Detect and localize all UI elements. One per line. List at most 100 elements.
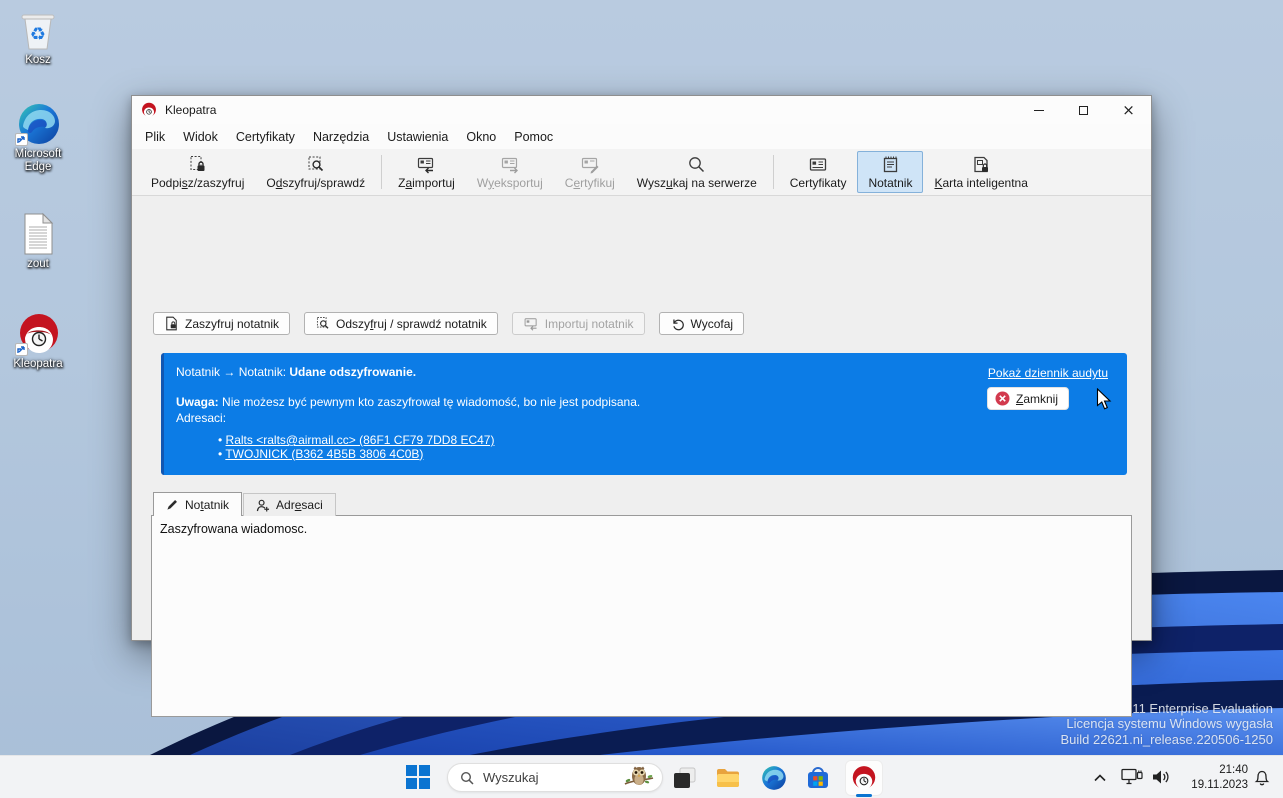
mouse-cursor bbox=[1096, 388, 1115, 411]
minimize-icon bbox=[1034, 110, 1044, 111]
shortcut-arrow-icon bbox=[15, 343, 28, 356]
desktop-icon-label: Kleopatra bbox=[6, 358, 70, 371]
task-view-icon bbox=[672, 766, 697, 791]
tray-chevron-button[interactable] bbox=[1093, 770, 1107, 788]
network-tray-button[interactable] bbox=[1121, 768, 1143, 791]
kleopatra-app-icon bbox=[141, 102, 157, 118]
decrypt-verify-notepad-button[interactable]: Odszyfruj / sprawdź notatnik bbox=[304, 312, 498, 335]
decrypt-verify-icon bbox=[306, 155, 325, 174]
revert-button[interactable]: Wycofaj bbox=[659, 312, 745, 335]
button-label: Odszyfruj / sprawdź notatnik bbox=[336, 317, 487, 331]
task-view-button[interactable] bbox=[670, 764, 698, 792]
desktop-icon-label: zout bbox=[6, 258, 70, 271]
toolbar-import[interactable]: Zaimportuj bbox=[387, 151, 466, 193]
button-label: Zamknij bbox=[1016, 392, 1058, 406]
windows-logo-icon bbox=[406, 765, 430, 789]
sign-encrypt-icon bbox=[188, 155, 207, 174]
import-note-icon bbox=[523, 316, 539, 331]
menu-ustawienia[interactable]: Ustawienia bbox=[378, 127, 457, 147]
toolbar-export[interactable]: Wyeksportuj bbox=[466, 151, 554, 193]
menu-okno[interactable]: Okno bbox=[457, 127, 505, 147]
toolbar-lookup-server[interactable]: Wyszukaj na serwerze bbox=[626, 151, 768, 193]
button-label: Wycofaj bbox=[691, 317, 734, 331]
clock-date: 19.11.2023 bbox=[1178, 778, 1248, 793]
shortcut-arrow-icon bbox=[15, 133, 28, 146]
tab-notatnik[interactable]: Notatnik bbox=[153, 492, 242, 516]
clock-time: 21:40 bbox=[1178, 763, 1248, 778]
start-button[interactable] bbox=[406, 765, 430, 789]
toolbar-label: Wyeksportuj bbox=[477, 176, 543, 190]
toolbar-separator bbox=[381, 155, 382, 189]
toolbar-sign-encrypt[interactable]: Podpisz/zaszyfruj bbox=[140, 151, 255, 193]
audit-log-link[interactable]: Pokaż dziennik audytu bbox=[988, 366, 1108, 380]
toolbar-certify[interactable]: Certyfikuj bbox=[554, 151, 626, 193]
recipient-link[interactable]: Ralts <ralts@airmail.cc> (86F1 CF79 7DD8… bbox=[226, 433, 495, 447]
notifications-button[interactable] bbox=[1253, 768, 1271, 792]
search-icon bbox=[460, 771, 474, 785]
toolbar-label: Podpisz/zaszyfruj bbox=[151, 176, 244, 190]
search-highlight-owl-icon bbox=[624, 765, 654, 791]
menu-certyfikaty[interactable]: Certyfikaty bbox=[227, 127, 304, 147]
maximize-button[interactable] bbox=[1061, 96, 1106, 124]
desktop-icon-zout[interactable]: zout bbox=[6, 212, 70, 271]
taskbar-clock[interactable]: 21:40 19.11.2023 bbox=[1178, 763, 1248, 792]
folder-icon bbox=[715, 765, 741, 791]
export-certificate-icon bbox=[500, 155, 520, 174]
toolbar-decrypt-verify[interactable]: Odszyfruj/sprawdź bbox=[255, 151, 376, 193]
svg-text:♻: ♻ bbox=[30, 24, 46, 45]
kleopatra-taskbar-button[interactable] bbox=[845, 760, 883, 796]
notepad-editor[interactable]: Zaszyfrowana wiadomosc. bbox=[151, 515, 1132, 717]
toolbar: Podpisz/zaszyfruj Odszyfruj/sprawdź Zaim… bbox=[132, 149, 1151, 196]
toolbar-label: Karta inteligentna bbox=[934, 176, 1027, 190]
tab-label: Notatnik bbox=[185, 498, 229, 512]
result-warning: Uwaga: Nie możesz być pewnym kto zaszyfr… bbox=[176, 395, 1109, 409]
desktop-icon-edge[interactable]: Microsoft Edge bbox=[6, 102, 70, 174]
toolbar-label: Wyszukaj na serwerze bbox=[637, 176, 757, 190]
toolbar-notepad[interactable]: Notatnik bbox=[857, 151, 923, 193]
document-icon bbox=[17, 212, 59, 256]
menu-bar: Plik Widok Certyfikaty Narzędzia Ustawie… bbox=[132, 124, 1151, 149]
recipient-link[interactable]: TWOJNICK (B362 4B5B 3806 4C0B) bbox=[225, 447, 423, 461]
edge-taskbar-button[interactable] bbox=[760, 764, 788, 792]
toolbar-certificates[interactable]: Certyfikaty bbox=[779, 151, 858, 193]
decrypt-note-icon bbox=[315, 316, 330, 331]
file-explorer-button[interactable] bbox=[714, 764, 742, 792]
taskbar-search-box[interactable]: Wyszukaj bbox=[447, 763, 663, 792]
close-icon: × bbox=[1122, 103, 1135, 118]
menu-narzedzia[interactable]: Narzędzia bbox=[304, 127, 378, 147]
volume-tray-button[interactable] bbox=[1151, 768, 1171, 791]
desktop-icon-recycle-bin[interactable]: ♻ Kosz bbox=[6, 8, 70, 67]
toolbar-separator bbox=[773, 155, 774, 189]
menu-widok[interactable]: Widok bbox=[174, 127, 227, 147]
close-circle-icon bbox=[995, 391, 1010, 406]
desktop-icon-label: Kosz bbox=[6, 54, 70, 67]
undo-icon bbox=[670, 316, 685, 331]
recycle-bin-icon: ♻ bbox=[17, 8, 59, 52]
kleopatra-window: Kleopatra × Plik Widok Certyfikaty Narzę… bbox=[131, 95, 1152, 641]
encrypt-notepad-button[interactable]: Zaszyfruj notatnik bbox=[153, 312, 290, 335]
tab-adresaci[interactable]: Adresaci bbox=[243, 493, 336, 516]
maximize-icon bbox=[1079, 106, 1088, 115]
minimize-button[interactable] bbox=[1016, 96, 1061, 124]
window-titlebar[interactable]: Kleopatra × bbox=[132, 96, 1151, 124]
toolbar-label: Zaimportuj bbox=[398, 176, 455, 190]
menu-plik[interactable]: Plik bbox=[136, 127, 174, 147]
notepad-icon bbox=[881, 155, 900, 174]
close-banner-button[interactable]: Zamknij bbox=[987, 387, 1069, 410]
desktop-icon-label: Microsoft Edge bbox=[6, 148, 70, 174]
bell-icon bbox=[1253, 768, 1271, 787]
close-button[interactable]: × bbox=[1106, 96, 1151, 124]
store-button[interactable] bbox=[804, 764, 832, 792]
tab-label: Adresaci bbox=[276, 498, 323, 512]
toolbar-smartcard[interactable]: Karta inteligentna bbox=[923, 151, 1038, 193]
window-title: Kleopatra bbox=[165, 103, 1016, 117]
chevron-up-icon bbox=[1093, 773, 1107, 783]
desktop-icon-kleopatra[interactable]: Kleopatra bbox=[6, 312, 70, 371]
menu-pomoc[interactable]: Pomoc bbox=[505, 127, 562, 147]
taskbar: Wyszukaj bbox=[0, 755, 1283, 798]
speaker-icon bbox=[1151, 768, 1171, 786]
notepad-view: Zaszyfruj notatnik Odszyfruj / sprawdź n… bbox=[132, 196, 1151, 640]
result-title: Notatnik → Notatnik: Udane odszyfrowanie… bbox=[176, 365, 1109, 379]
toolbar-label: Certyfikuj bbox=[565, 176, 615, 190]
import-notepad-button[interactable]: Importuj notatnik bbox=[512, 312, 645, 335]
